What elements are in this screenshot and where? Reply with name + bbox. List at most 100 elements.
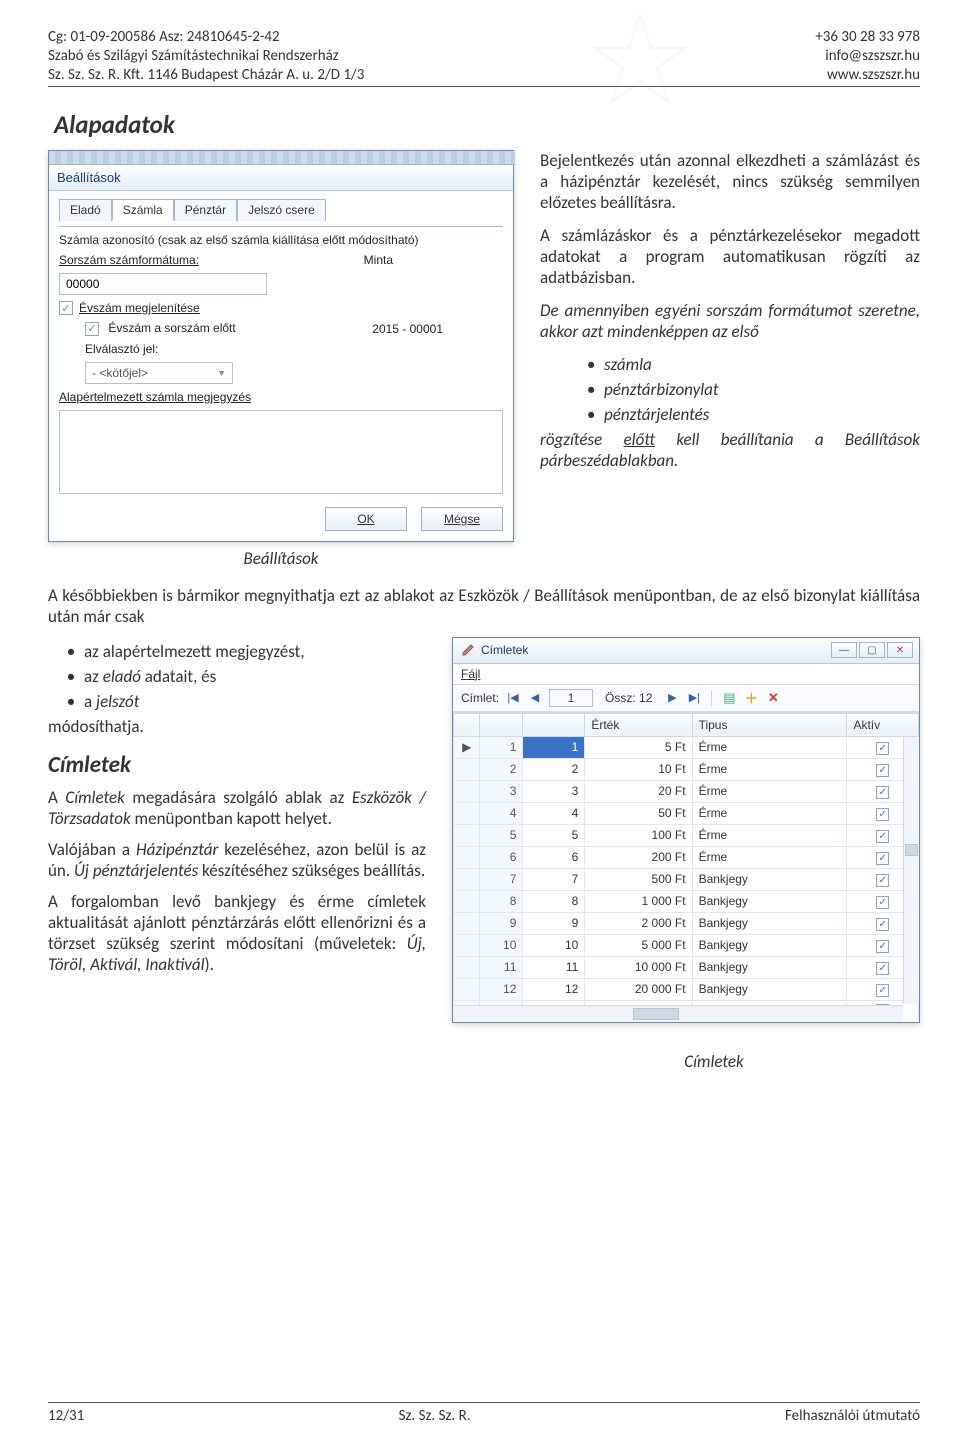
checkbox-active[interactable]: ✓ bbox=[876, 940, 889, 953]
bullet-penztarjelentes: pénztárjelentés bbox=[578, 404, 920, 425]
dialog-cimletek: Címletek — ▢ ✕ Fájl Címlet: |◀ ◀ 1 Össz:… bbox=[452, 637, 920, 1023]
close-button[interactable]: ✕ bbox=[887, 642, 913, 658]
dialog-titlebar[interactable]: Beállítások bbox=[49, 165, 513, 191]
table-row[interactable]: 66200 FtÉrme✓ bbox=[454, 846, 919, 868]
nav-total: Össz: 12 bbox=[605, 691, 652, 705]
bullet-penztarbizonylat: pénztárbizonylat bbox=[578, 379, 920, 400]
maximize-button[interactable]: ▢ bbox=[859, 642, 885, 658]
bullet-elado: az eladó adatait, és bbox=[58, 666, 426, 687]
section-title-alapadatok: Alapadatok bbox=[54, 109, 920, 140]
footer-center: Sz. Sz. Sz. R. bbox=[399, 1407, 471, 1425]
nav-next-icon[interactable]: ▶ bbox=[664, 691, 680, 705]
left-p3: A forgalomban levő bankjegy és érme címl… bbox=[48, 891, 426, 975]
table-row[interactable]: 881 000 FtBankjegy✓ bbox=[454, 890, 919, 912]
tab-elado[interactable]: Eladó bbox=[59, 199, 112, 221]
lbl-megjegyzes: Alapértelmezett számla megjegyzés bbox=[59, 390, 251, 404]
checkbox-active[interactable]: ✓ bbox=[876, 918, 889, 931]
lbl-evszam-sorszam: Évszám a sorszám előtt bbox=[108, 321, 235, 335]
checkbox-active[interactable]: ✓ bbox=[876, 874, 889, 887]
table-row[interactable]: 2210 FtÉrme✓ bbox=[454, 758, 919, 780]
para-intro-1: Bejelentkezés után azonnal elkezdheti a … bbox=[540, 150, 920, 213]
para-intro-3a: De amennyiben egyéni sorszám formátumot … bbox=[540, 300, 920, 342]
bullet-list-2: az alapértelmezett megjegyzést, az eladó… bbox=[58, 641, 426, 712]
col-ertek[interactable]: Érték bbox=[585, 713, 692, 736]
tabs: Eladó Számla Pénztár Jelszó csere bbox=[59, 199, 503, 221]
nav-first-icon[interactable]: |◀ bbox=[505, 691, 521, 705]
hdr-left-3: Sz. Sz. Sz. R. Kft. 1146 Budapest Cházár… bbox=[48, 66, 364, 85]
para-intro-3b: rögzítése előtt kell beállítania a Beáll… bbox=[540, 429, 920, 471]
footer-left: 12/31 bbox=[48, 1407, 84, 1425]
checkbox-active[interactable]: ✓ bbox=[876, 764, 889, 777]
table-row[interactable]: 992 000 FtBankjegy✓ bbox=[454, 912, 919, 934]
hint-text: Számla azonosító (csak az első számla ki… bbox=[59, 233, 419, 247]
caption-cimletek: Címletek bbox=[508, 1051, 920, 1072]
new-page-icon[interactable]: ▤ bbox=[721, 690, 737, 706]
hdr-left-1: Cg: 01-09-200586 Asz: 24810645-2-42 bbox=[48, 28, 364, 47]
hdr-right-2: info@szszszr.hu bbox=[815, 47, 920, 66]
hdr-left-2: Szabó és Szilágyi Számítástechnikai Rend… bbox=[48, 47, 364, 66]
lbl-sorszam: Sorszám számformátuma: bbox=[59, 253, 199, 267]
toolbar-label: Címlet: bbox=[461, 691, 499, 705]
data-grid[interactable]: Érték Tipus Aktív ▶115 FtÉrme✓2210 FtÉrm… bbox=[453, 713, 919, 1022]
checkbox-active[interactable]: ✓ bbox=[876, 984, 889, 997]
lbl-evszam: Évszám megjelenítése bbox=[79, 301, 200, 315]
checkbox-active[interactable]: ✓ bbox=[876, 852, 889, 865]
checkbox-active[interactable]: ✓ bbox=[876, 962, 889, 975]
bullet-megjegyzes: az alapértelmezett megjegyzést, bbox=[58, 641, 426, 662]
table-row[interactable]: ▶115 FtÉrme✓ bbox=[454, 736, 919, 758]
tab-szamla[interactable]: Számla bbox=[112, 199, 174, 221]
table-row[interactable]: 3320 FtÉrme✓ bbox=[454, 780, 919, 802]
checkbox-evszam-sorszam[interactable]: ✓ bbox=[85, 322, 99, 336]
dialog-beallitasok: Beállítások Eladó Számla Pénztár Jelszó … bbox=[48, 150, 514, 542]
mid-para: A későbbiekben is bármikor megnyithatja … bbox=[48, 585, 920, 627]
col-tipus[interactable]: Tipus bbox=[692, 713, 847, 736]
table-row[interactable]: 4450 FtÉrme✓ bbox=[454, 802, 919, 824]
add-icon[interactable]: ＋ bbox=[743, 690, 759, 706]
ok-button[interactable]: OK bbox=[325, 507, 407, 531]
lbl-elvalaszto: Elválasztó jel: bbox=[85, 342, 158, 356]
page-header: Cg: 01-09-200586 Asz: 24810645-2-42 Szab… bbox=[48, 28, 920, 87]
checkbox-active[interactable]: ✓ bbox=[876, 786, 889, 799]
hdr-right-3: www.szszszr.hu bbox=[815, 66, 920, 85]
table-row[interactable]: 10105 000 FtBankjegy✓ bbox=[454, 934, 919, 956]
left-p1: A Címletek megadására szolgáló ablak az … bbox=[48, 787, 426, 829]
page-footer: 12/31 Sz. Sz. Sz. R. Felhasználói útmuta… bbox=[48, 1402, 920, 1425]
checkbox-active[interactable]: ✓ bbox=[876, 808, 889, 821]
hdr-right-1: +36 30 28 33 978 bbox=[815, 28, 920, 47]
nav-counter[interactable]: 1 bbox=[549, 689, 593, 707]
vertical-scrollbar[interactable] bbox=[903, 737, 919, 1004]
nav-last-icon[interactable]: ▶| bbox=[686, 691, 702, 705]
combo-elvalaszto[interactable]: - <kötőjel> ▼ bbox=[85, 362, 233, 384]
horizontal-scrollbar[interactable] bbox=[453, 1005, 903, 1022]
dialog-blur-stripe bbox=[49, 151, 515, 165]
dialog2-titlebar[interactable]: Címletek — ▢ ✕ bbox=[453, 638, 919, 664]
table-row[interactable]: 111110 000 FtBankjegy✓ bbox=[454, 956, 919, 978]
left-p2: Valójában a Házipénztár kezeléséhez, azo… bbox=[48, 839, 426, 881]
para-intro-2: A számlázáskor és a pénztár­kezelésekor … bbox=[540, 225, 920, 288]
checkbox-active[interactable]: ✓ bbox=[876, 830, 889, 843]
input-sorszam[interactable] bbox=[59, 273, 267, 295]
delete-icon[interactable]: ✕ bbox=[765, 690, 781, 706]
minimize-button[interactable]: — bbox=[831, 642, 857, 658]
checkbox-active[interactable]: ✓ bbox=[876, 896, 889, 909]
chevron-down-icon: ▼ bbox=[217, 368, 226, 378]
bullet-szamla: számla bbox=[578, 354, 920, 375]
table-row[interactable]: 77500 FtBankjegy✓ bbox=[454, 868, 919, 890]
menu-bar[interactable]: Fájl bbox=[453, 664, 919, 685]
checkbox-active[interactable]: ✓ bbox=[876, 742, 889, 755]
checkbox-evszam[interactable]: ✓ bbox=[59, 301, 73, 315]
nav-prev-icon[interactable]: ◀ bbox=[527, 691, 543, 705]
table-row[interactable]: 55100 FtÉrme✓ bbox=[454, 824, 919, 846]
dialog2-title: Címletek bbox=[481, 643, 528, 657]
caption-beallitasok: Beállítások bbox=[48, 548, 514, 569]
toolbar: Címlet: |◀ ◀ 1 Össz: 12 ▶ ▶| ▤ ＋ ✕ bbox=[453, 685, 919, 712]
dialog-title-text: Beállítások bbox=[57, 170, 121, 185]
textarea-megjegyzes[interactable] bbox=[59, 410, 503, 494]
app-icon bbox=[461, 643, 475, 657]
table-row[interactable]: 121220 000 FtBankjegy✓ bbox=[454, 978, 919, 1000]
tab-jelszo[interactable]: Jelszó csere bbox=[237, 199, 326, 221]
cancel-button[interactable]: Mégse bbox=[421, 507, 503, 531]
bullet-jelszo: a jelszót bbox=[58, 691, 426, 712]
tab-penztar[interactable]: Pénztár bbox=[174, 199, 237, 221]
col-aktiv[interactable]: Aktív bbox=[847, 713, 919, 736]
